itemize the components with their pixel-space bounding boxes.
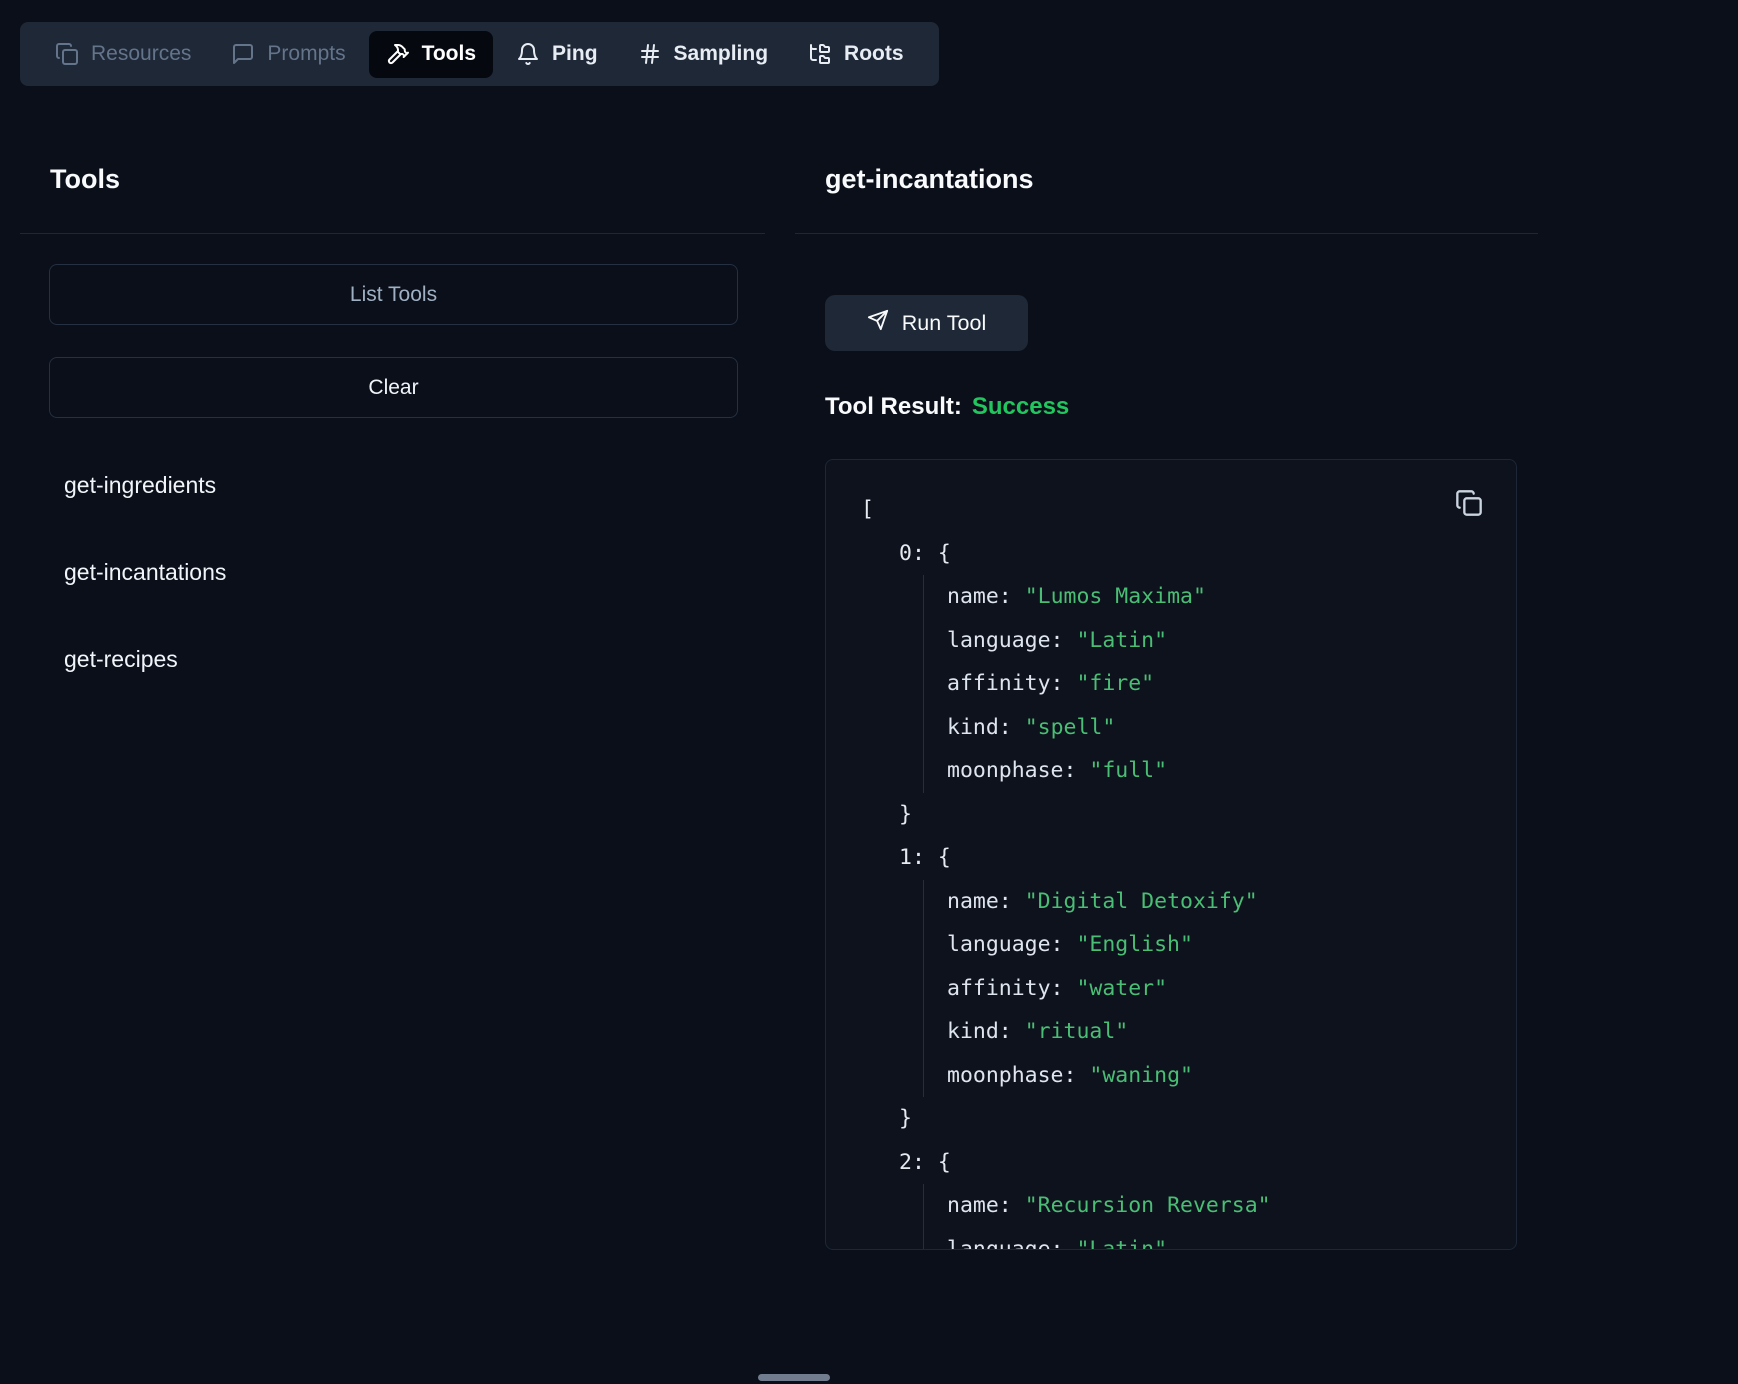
json-line: } (899, 793, 1482, 837)
tool-result-status: Success (972, 393, 1069, 420)
tools-panel-title: Tools (50, 163, 120, 195)
tool-list-item[interactable]: get-incantations (64, 557, 226, 587)
list-tools-button[interactable]: List Tools (49, 264, 738, 325)
tools-panel: Tools List Tools Clear get-ingredientsge… (20, 0, 765, 1384)
run-tool-button[interactable]: Run Tool (825, 295, 1028, 351)
tool-detail-divider (795, 233, 1538, 234)
selected-tool-title: get-incantations (825, 163, 1034, 195)
json-object: 2: {name: "Recursion Reversa"language: "… (899, 1141, 1482, 1251)
json-line: affinity: "fire" (947, 662, 1482, 706)
json-object: 1: {name: "Digital Detoxify"language: "E… (899, 836, 1482, 1141)
tool-detail-panel: get-incantations Run Tool Tool Result: Su… (795, 0, 1538, 1384)
json-result-box: [0: {name: "Lumos Maxima"language: "Lati… (825, 459, 1517, 1250)
json-result-body: [0: {name: "Lumos Maxima"language: "Lati… (826, 460, 1516, 1250)
tool-list-item[interactable]: get-ingredients (64, 470, 226, 500)
json-line: name: "Digital Detoxify" (947, 880, 1482, 924)
json-line: language: "Latin" (947, 619, 1482, 663)
json-line: language: "English" (947, 923, 1482, 967)
json-line: [ (861, 488, 1482, 532)
json-line: name: "Lumos Maxima" (947, 575, 1482, 619)
json-line: 0: { (899, 532, 1482, 576)
horizontal-scrollbar-thumb[interactable] (758, 1374, 830, 1381)
json-object-properties: name: "Recursion Reversa"language: "Lati… (923, 1184, 1482, 1250)
json-line: kind: "spell" (947, 706, 1482, 750)
run-tool-label: Run Tool (902, 311, 986, 336)
clear-button[interactable]: Clear (49, 357, 738, 418)
json-line: } (899, 1097, 1482, 1141)
tool-list-item[interactable]: get-recipes (64, 644, 226, 674)
json-line: 2: { (899, 1141, 1482, 1185)
json-line: name: "Recursion Reversa" (947, 1184, 1482, 1228)
json-line: moonphase: "waning" (947, 1054, 1482, 1098)
json-object-properties: name: "Lumos Maxima"language: "Latin"aff… (923, 575, 1482, 793)
tool-result-label: Tool Result: (825, 393, 962, 420)
json-line: language: "Latin" (947, 1228, 1482, 1251)
send-icon (867, 309, 889, 337)
json-object-properties: name: "Digital Detoxify"language: "Engli… (923, 880, 1482, 1098)
tool-result-line: Tool Result: Success (825, 393, 1069, 421)
tools-panel-divider (20, 233, 765, 234)
json-line: 1: { (899, 836, 1482, 880)
json-object: 0: {name: "Lumos Maxima"language: "Latin… (899, 532, 1482, 837)
copy-icon[interactable] (1452, 486, 1486, 520)
tool-list: get-ingredients get-incantations get-recip… (64, 470, 226, 731)
json-line: affinity: "water" (947, 967, 1482, 1011)
json-line: kind: "ritual" (947, 1010, 1482, 1054)
json-line: moonphase: "full" (947, 749, 1482, 793)
